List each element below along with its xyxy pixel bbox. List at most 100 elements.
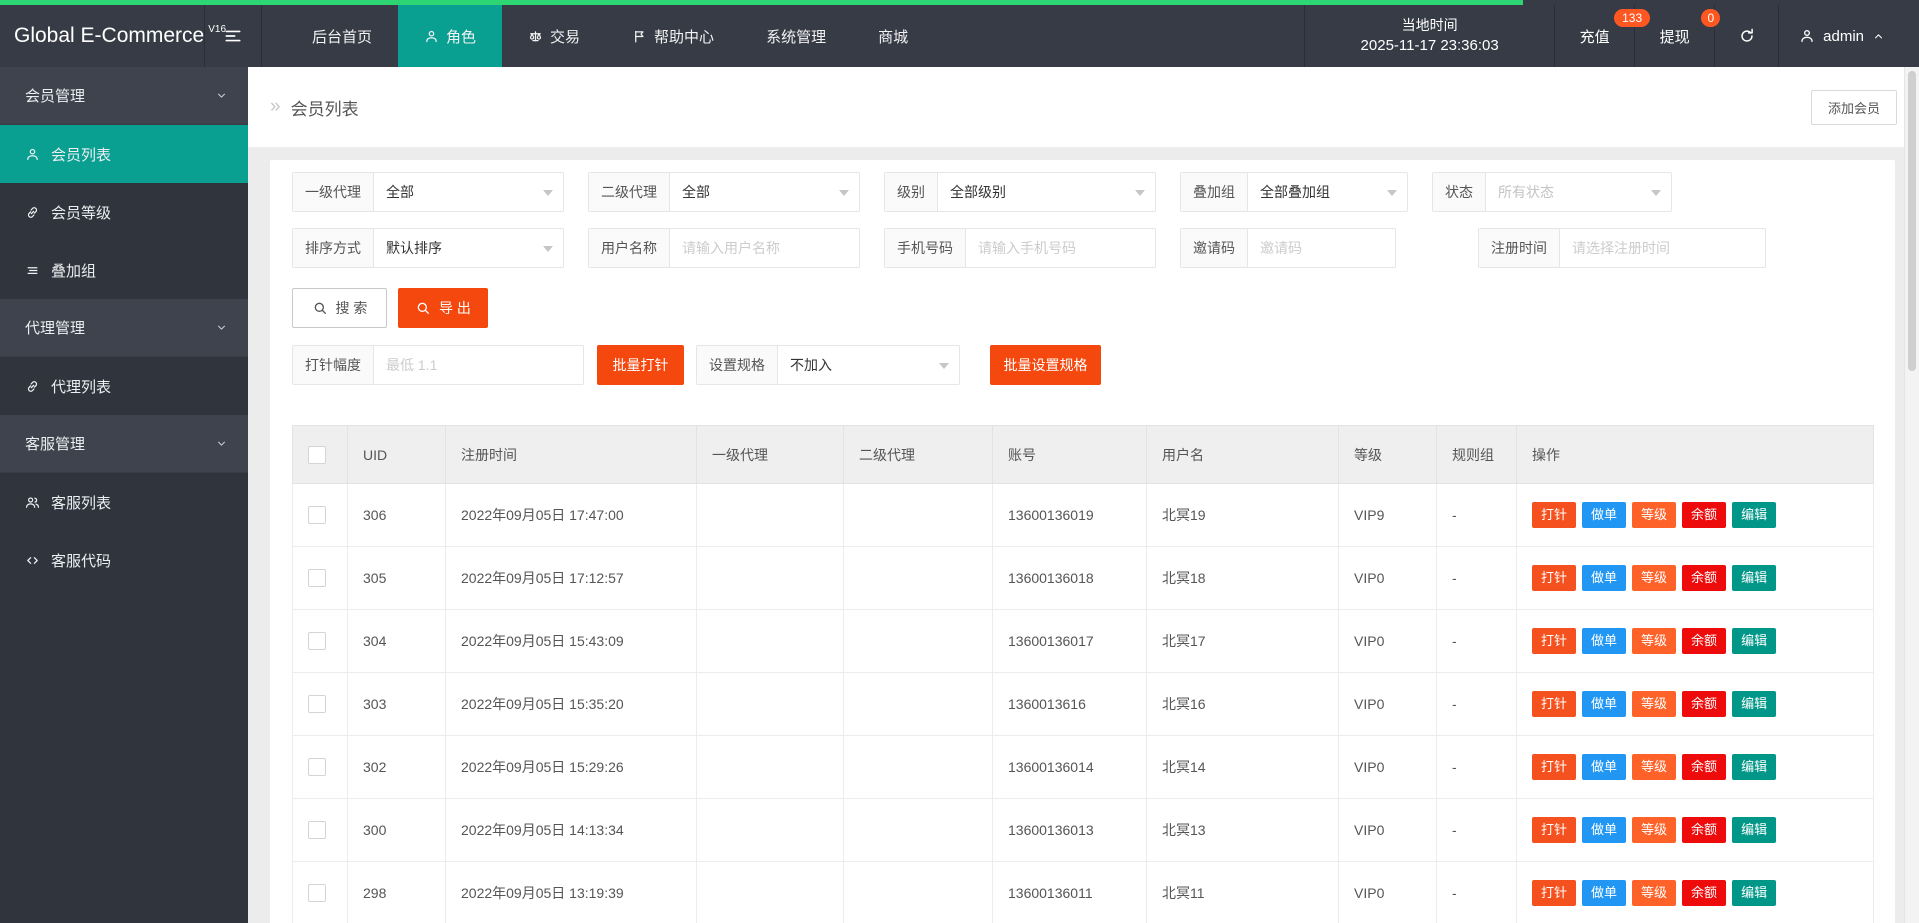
user-menu[interactable]: admin bbox=[1778, 5, 1905, 67]
nav-item[interactable]: 帮助中心 bbox=[606, 5, 740, 67]
order-button[interactable]: 做单 bbox=[1582, 628, 1627, 654]
cell-level: VIP0 bbox=[1338, 735, 1437, 799]
flag-icon bbox=[635, 30, 644, 42]
sidebar-item[interactable]: 会员列表 bbox=[0, 125, 248, 183]
filter-select[interactable]: 全部级别 bbox=[938, 173, 1155, 211]
nav-item[interactable]: 商城 bbox=[852, 5, 934, 67]
order-button[interactable]: 做单 bbox=[1582, 754, 1627, 780]
row-checkbox[interactable] bbox=[308, 758, 326, 777]
sidebar-toggle-button[interactable] bbox=[205, 5, 261, 67]
batch-tools-row: 打针幅度 批量打针 设置规格 不加入 批量设置规格 bbox=[292, 345, 1873, 385]
sidebar-group-header[interactable]: 客服管理 bbox=[0, 415, 248, 473]
filter-input[interactable] bbox=[1560, 229, 1765, 267]
filter-label: 排序方式 bbox=[293, 229, 374, 267]
level-button[interactable]: 等级 bbox=[1632, 754, 1677, 780]
recharge-button[interactable]: 充值 133 bbox=[1554, 5, 1651, 67]
sidebar: 会员管理 会员列表 会员等级 叠加组 代理管理 代理列表 客服管理 客服列表 客服代码 bbox=[0, 67, 248, 923]
sidebar-item[interactable]: 客服列表 bbox=[0, 473, 248, 531]
level-button[interactable]: 等级 bbox=[1632, 817, 1677, 843]
filter-select[interactable]: 所有状态 bbox=[1486, 173, 1671, 211]
filter-input[interactable] bbox=[670, 229, 859, 267]
table-row: 302 2022年09月05日 15:29:26 13600136014 北冥14 VI… bbox=[292, 735, 1874, 799]
filter-select[interactable]: 全部叠加组 bbox=[1248, 173, 1407, 211]
nav-item[interactable]: 系统管理 bbox=[740, 5, 852, 67]
table-row: 298 2022年09月05日 13:19:39 13600136011 北冥11 VI… bbox=[292, 861, 1874, 923]
nav-item[interactable]: 交易 bbox=[502, 5, 606, 67]
needle-button[interactable]: 打针 bbox=[1532, 502, 1577, 528]
edit-button[interactable]: 编辑 bbox=[1732, 502, 1777, 528]
balance-button[interactable]: 余额 bbox=[1682, 628, 1727, 654]
nav-item[interactable]: 角色 bbox=[398, 5, 503, 67]
level-button[interactable]: 等级 bbox=[1632, 628, 1677, 654]
level-button[interactable]: 等级 bbox=[1632, 880, 1677, 906]
page-scrollbar[interactable] bbox=[1904, 67, 1919, 923]
balance-button[interactable]: 余额 bbox=[1682, 754, 1727, 780]
cell-username: 北冥14 bbox=[1146, 735, 1339, 799]
row-checkbox[interactable] bbox=[308, 506, 326, 525]
order-button[interactable]: 做单 bbox=[1582, 817, 1627, 843]
edit-button[interactable]: 编辑 bbox=[1732, 817, 1777, 843]
filter-select[interactable]: 默认排序 bbox=[374, 229, 563, 267]
edit-button[interactable]: 编辑 bbox=[1732, 880, 1777, 906]
needle-button[interactable]: 打针 bbox=[1532, 817, 1577, 843]
filter-group: 级别 全部级别 bbox=[884, 172, 1156, 212]
balance-button[interactable]: 余额 bbox=[1682, 502, 1727, 528]
filter-label: 级别 bbox=[885, 173, 938, 211]
row-checkbox[interactable] bbox=[308, 884, 326, 903]
level-button[interactable]: 等级 bbox=[1632, 502, 1677, 528]
nav-item[interactable]: 后台首页 bbox=[286, 5, 398, 67]
balance-button[interactable]: 余额 bbox=[1682, 880, 1727, 906]
refresh-button[interactable] bbox=[1714, 5, 1778, 67]
row-checkbox[interactable] bbox=[308, 569, 326, 588]
filter-select[interactable]: 全部 bbox=[374, 173, 563, 211]
balance-button[interactable]: 余额 bbox=[1682, 691, 1727, 717]
balance-button[interactable]: 余额 bbox=[1682, 817, 1727, 843]
scrollbar-thumb[interactable] bbox=[1908, 71, 1916, 371]
row-checkbox[interactable] bbox=[308, 821, 326, 840]
filter-input[interactable] bbox=[966, 229, 1155, 267]
needle-amplitude-input[interactable] bbox=[374, 346, 583, 384]
edit-button[interactable]: 编辑 bbox=[1732, 691, 1777, 717]
filter-select-value: 全部 bbox=[386, 184, 414, 200]
caret-down-icon bbox=[839, 190, 849, 196]
spec-select[interactable]: 不加入 bbox=[778, 346, 959, 384]
needle-button[interactable]: 打针 bbox=[1532, 628, 1577, 654]
order-button[interactable]: 做单 bbox=[1582, 565, 1627, 591]
sidebar-item[interactable]: 代理列表 bbox=[0, 357, 248, 415]
cell-actions: 打针 做单 等级 余额 编辑 bbox=[1516, 861, 1874, 923]
filter-select[interactable]: 全部 bbox=[670, 173, 859, 211]
sidebar-group-header[interactable]: 代理管理 bbox=[0, 299, 248, 357]
edit-button[interactable]: 编辑 bbox=[1732, 754, 1777, 780]
export-button[interactable]: 导 出 bbox=[398, 288, 488, 328]
cell-reg-time: 2022年09月05日 17:12:57 bbox=[445, 546, 697, 610]
needle-button[interactable]: 打针 bbox=[1532, 880, 1577, 906]
row-checkbox[interactable] bbox=[308, 695, 326, 714]
sidebar-group-header[interactable]: 会员管理 bbox=[0, 67, 248, 125]
order-button[interactable]: 做单 bbox=[1582, 691, 1627, 717]
needle-button[interactable]: 打针 bbox=[1532, 754, 1577, 780]
batch-spec-button[interactable]: 批量设置规格 bbox=[990, 345, 1101, 385]
add-member-button[interactable]: 添加会员 bbox=[1811, 90, 1897, 125]
batch-needle-button[interactable]: 批量打针 bbox=[597, 345, 684, 385]
cell-level: VIP0 bbox=[1338, 672, 1437, 736]
order-button[interactable]: 做单 bbox=[1582, 880, 1627, 906]
needle-button[interactable]: 打针 bbox=[1532, 691, 1577, 717]
app-logo: Global E-Commerce V16 bbox=[14, 5, 226, 67]
select-all-checkbox[interactable] bbox=[308, 445, 326, 464]
cell-actions: 打针 做单 等级 余额 编辑 bbox=[1516, 546, 1874, 610]
row-checkbox[interactable] bbox=[308, 632, 326, 651]
level-button[interactable]: 等级 bbox=[1632, 565, 1677, 591]
level-button[interactable]: 等级 bbox=[1632, 691, 1677, 717]
sidebar-item[interactable]: 客服代码 bbox=[0, 531, 248, 589]
balance-button[interactable]: 余额 bbox=[1682, 565, 1727, 591]
filter-input[interactable] bbox=[1248, 229, 1395, 267]
user-icon bbox=[27, 148, 38, 160]
edit-button[interactable]: 编辑 bbox=[1732, 628, 1777, 654]
sidebar-item[interactable]: 叠加组 bbox=[0, 241, 248, 299]
order-button[interactable]: 做单 bbox=[1582, 502, 1627, 528]
member-list-panel: 一级代理 全部 二级代理 全部 级别 全部级别 叠加组 全部叠加组 状态 所有状态 排序方式 默认排… bbox=[270, 160, 1895, 923]
sidebar-item[interactable]: 会员等级 bbox=[0, 183, 248, 241]
search-button[interactable]: 搜 索 bbox=[292, 288, 387, 328]
edit-button[interactable]: 编辑 bbox=[1732, 565, 1777, 591]
needle-button[interactable]: 打针 bbox=[1532, 565, 1577, 591]
